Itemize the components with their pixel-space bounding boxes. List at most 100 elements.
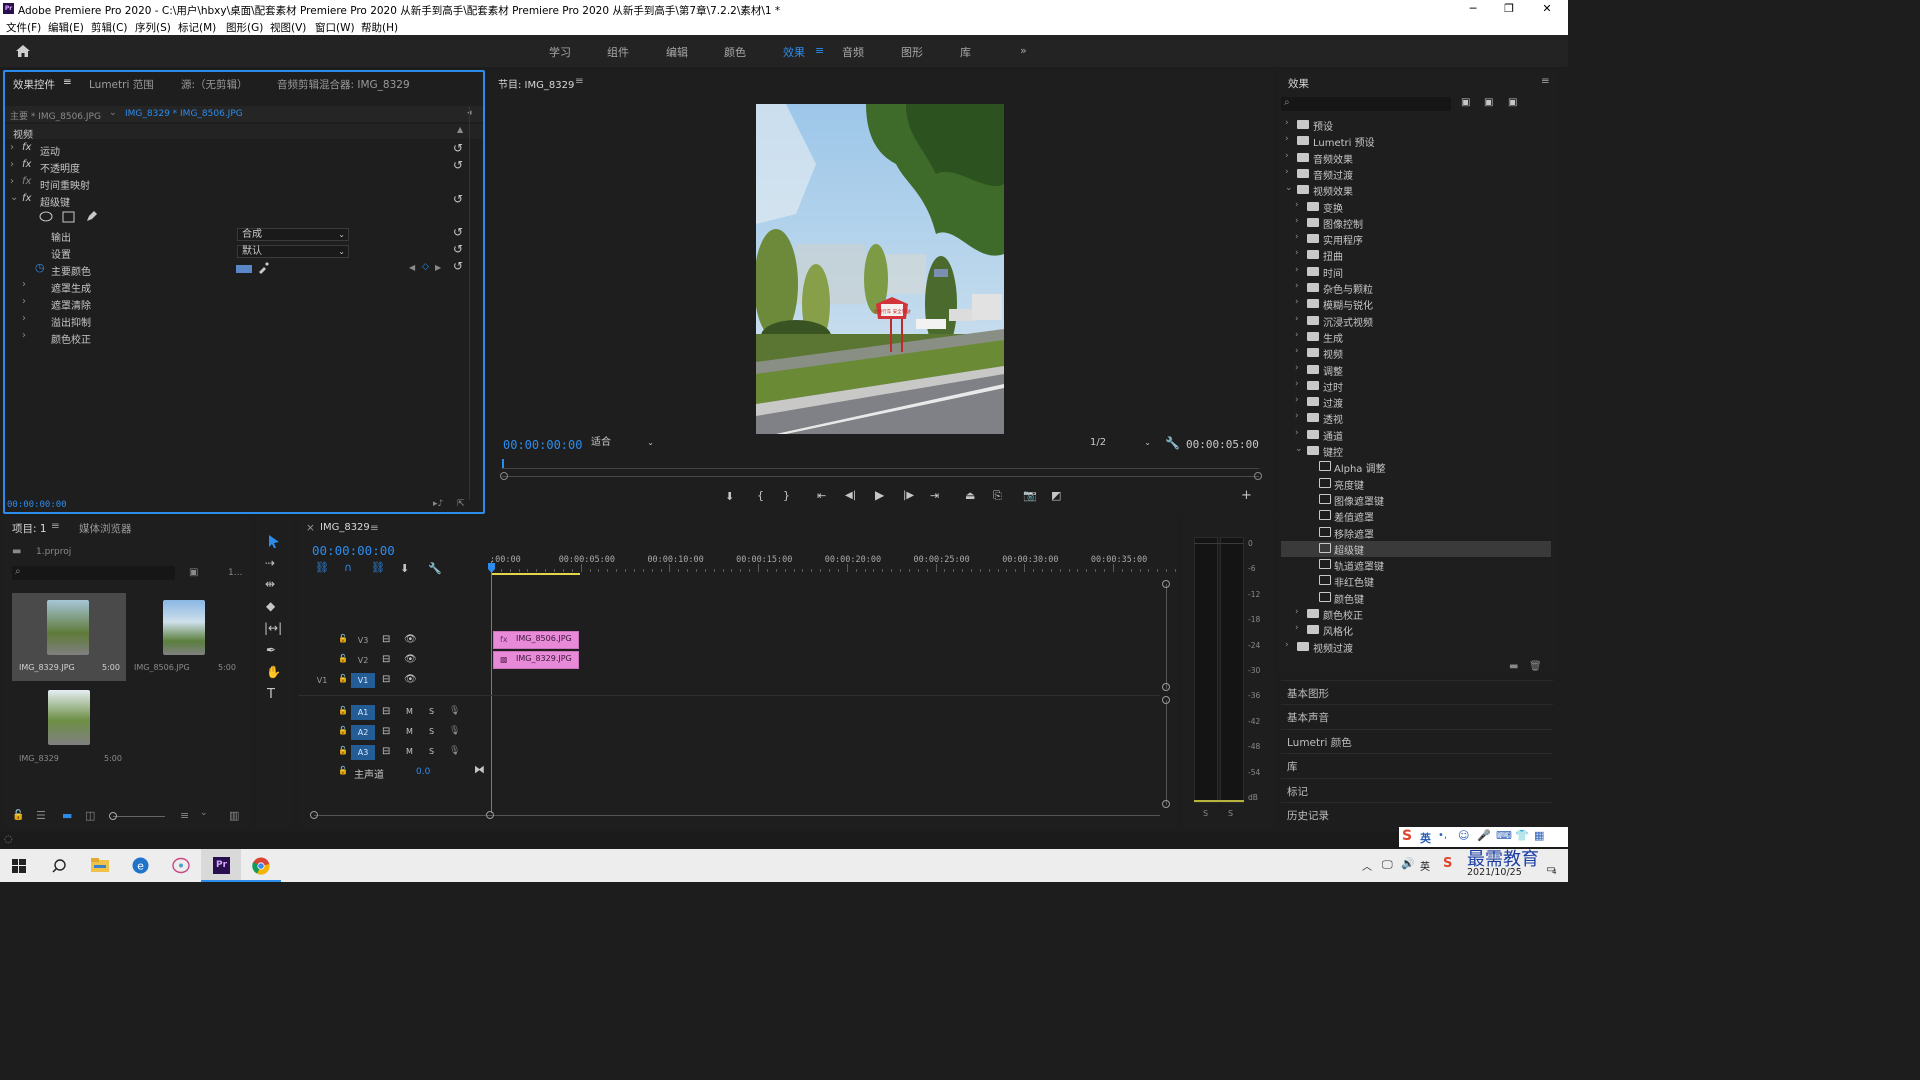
sort-icon[interactable]: ≡ <box>180 809 189 822</box>
fit-dropdown[interactable]: 适合 ⌄ <box>587 437 657 452</box>
timeline-ruler[interactable]: :00:00 00:00:05:00 00:00:10:00 00:00:15:00 0… <box>490 552 1194 576</box>
expand-arrow-icon[interactable]: › <box>22 330 26 341</box>
yuv-effects-icon[interactable]: ▣ <box>1508 97 1517 108</box>
slip-tool-icon[interactable]: |↔| <box>264 621 282 635</box>
track-lock-icon[interactable]: 🔓 <box>338 634 348 643</box>
tab-lumetri-scopes[interactable]: Lumetri 范围 <box>89 77 154 92</box>
timeline-playhead[interactable] <box>491 561 492 813</box>
solo-button[interactable]: S <box>429 727 434 736</box>
effect-tree-item[interactable]: 移除遮罩 <box>1281 525 1551 541</box>
razor-tool-icon[interactable]: ◆ <box>266 599 275 613</box>
new-bin-icon[interactable]: ▬ <box>1509 661 1518 672</box>
expand-arrow-icon[interactable]: › <box>1285 151 1289 161</box>
panel-history[interactable]: 历史记录 <box>1281 802 1553 824</box>
effect-tree-item[interactable]: 差值遮罩 <box>1281 508 1551 524</box>
project-item-sequence[interactable]: IMG_8329 5:00 <box>12 684 126 772</box>
zoom-slider-handle[interactable] <box>109 812 117 820</box>
tray-expand-icon[interactable]: ︿ <box>1362 858 1372 873</box>
network-icon[interactable]: 🖵 <box>1382 858 1393 872</box>
volume-icon[interactable]: 🔊 <box>1401 857 1415 870</box>
expand-arrow-icon[interactable]: › <box>1295 428 1299 438</box>
step-forward-icon[interactable]: |▶ <box>903 490 914 501</box>
group-matte-generation[interactable]: › 遮罩生成 <box>5 278 483 295</box>
track-lock-icon[interactable]: 🔓 <box>338 674 348 683</box>
panel-essential-graphics[interactable]: 基本图形 <box>1281 680 1553 702</box>
group-color-correction[interactable]: › 颜色校正 <box>5 329 483 346</box>
expand-arrow-icon[interactable]: › <box>1295 395 1299 405</box>
solo-right-button[interactable]: S <box>1228 809 1233 818</box>
ripple-edit-tool-icon[interactable]: ⇹ <box>265 577 275 591</box>
effect-tree-item[interactable]: › 杂色与颗粒 <box>1281 280 1551 296</box>
play-icon[interactable]: ▶ <box>875 488 884 502</box>
expand-arrow-icon[interactable]: › <box>1295 200 1299 210</box>
voiceover-mic-icon[interactable]: 🎙 <box>449 746 460 756</box>
collapse-arrow-icon[interactable]: ⌄ <box>10 192 18 203</box>
effect-tree-item[interactable]: › 时间 <box>1281 264 1551 280</box>
expand-arrow-icon[interactable]: › <box>1295 607 1299 617</box>
program-title[interactable]: 节目: IMG_8329 <box>498 76 574 91</box>
file-explorer-icon[interactable] <box>91 857 109 873</box>
go-to-out-icon[interactable]: ⇥ <box>930 489 939 502</box>
rectangle-mask-icon[interactable] <box>62 211 75 223</box>
effect-tree-item[interactable]: › 扭曲 <box>1281 247 1551 263</box>
tray-date[interactable]: 2021/10/25 <box>1467 867 1522 878</box>
close-button[interactable]: ✕ <box>1532 1 1562 17</box>
resolution-dropdown[interactable]: 1/2 ⌄ <box>1086 437 1154 452</box>
workspace-audio-tab[interactable]: 音频 <box>842 44 864 60</box>
sogou-logo-icon[interactable]: S <box>1402 828 1412 844</box>
audio-track-scrollbar[interactable] <box>1166 700 1167 805</box>
expand-arrow-icon[interactable]: › <box>1295 248 1299 258</box>
track-target-v1[interactable]: V1 <box>351 673 375 688</box>
menu-window[interactable]: 窗口(W) <box>315 20 355 35</box>
linked-selection-icon[interactable]: ⛓ <box>371 561 385 574</box>
scroll-handle[interactable] <box>1162 683 1170 691</box>
program-ruler[interactable] <box>502 457 1259 469</box>
tab-effect-controls[interactable]: 效果控件 <box>13 77 55 92</box>
effect-tree-item[interactable]: › 通道 <box>1281 427 1551 443</box>
pen-mask-icon[interactable] <box>85 210 98 223</box>
effect-controls-timecode[interactable]: 00:00:00:00 <box>7 500 67 510</box>
expand-arrow-icon[interactable]: › <box>1295 232 1299 242</box>
app-icon[interactable] <box>172 857 190 874</box>
nest-toggle-icon[interactable]: ⛓ <box>315 561 329 574</box>
workspace-effects-tab[interactable]: 效果 <box>783 44 805 60</box>
expand-arrow-icon[interactable]: › <box>1295 265 1299 275</box>
effect-tree-item[interactable]: › 预设 <box>1281 117 1551 133</box>
effect-tree-item[interactable]: 颜色键 <box>1281 590 1551 606</box>
delete-icon[interactable]: 🗑 <box>1529 661 1542 672</box>
effect-tree-item[interactable]: › 模糊与锐化 <box>1281 296 1551 312</box>
effect-tree-item[interactable]: 亮度键 <box>1281 476 1551 492</box>
clip-img-8329[interactable]: ▩ IMG_8329.JPG <box>493 651 579 669</box>
solo-button[interactable]: S <box>429 747 434 756</box>
workspace-color-tab[interactable]: 颜色 <box>724 44 746 60</box>
accelerated-effects-icon[interactable]: ▣ <box>1461 97 1470 108</box>
mute-button[interactable]: M <box>406 747 413 756</box>
reset-icon[interactable]: ↺ <box>453 141 463 155</box>
effect-tree-item[interactable]: › 沉浸式视频 <box>1281 313 1551 329</box>
panel-essential-sound[interactable]: 基本声音 <box>1281 704 1553 726</box>
group-matte-cleanup[interactable]: › 遮罩清除 <box>5 295 483 312</box>
sync-lock-icon[interactable]: ⊟ <box>382 706 390 717</box>
punctuation-icon[interactable]: •, <box>1438 830 1447 841</box>
program-menu-icon[interactable]: ≡ <box>575 75 584 87</box>
workspace-learn-tab[interactable]: 学习 <box>549 44 571 60</box>
prev-keyframe-icon[interactable]: ◀ <box>409 263 415 272</box>
tab-audio-clip-mixer[interactable]: 音频剪辑混合器: IMG_8329 <box>277 77 410 92</box>
lock-icon[interactable]: 🔓 <box>12 810 24 821</box>
mute-button[interactable]: M <box>406 707 413 716</box>
sync-lock-icon[interactable]: ⊟ <box>382 654 390 665</box>
master-volume-value[interactable]: 0.0 <box>416 767 430 777</box>
track-lock-icon[interactable]: 🔓 <box>338 654 348 663</box>
extract-icon[interactable]: ⎘ <box>993 489 1002 503</box>
expand-arrow-icon[interactable]: › <box>22 296 26 307</box>
effect-tree-item[interactable]: 超级键 <box>1281 540 1551 557</box>
fx-badge-icon[interactable]: fx <box>22 193 31 204</box>
comparison-view-icon[interactable]: ◩ <box>1051 489 1061 502</box>
snap-icon[interactable]: ∩ <box>344 561 352 574</box>
minimize-button[interactable]: ─ <box>1458 1 1488 17</box>
workspace-graphics-tab[interactable]: 图形 <box>901 44 923 60</box>
add-marker-icon[interactable]: ⬇ <box>725 490 734 503</box>
expand-arrow-icon[interactable]: › <box>1285 167 1289 177</box>
track-target-a1[interactable]: A1 <box>351 705 375 720</box>
collapse-arrow-icon[interactable]: ⌄ <box>1285 183 1293 193</box>
